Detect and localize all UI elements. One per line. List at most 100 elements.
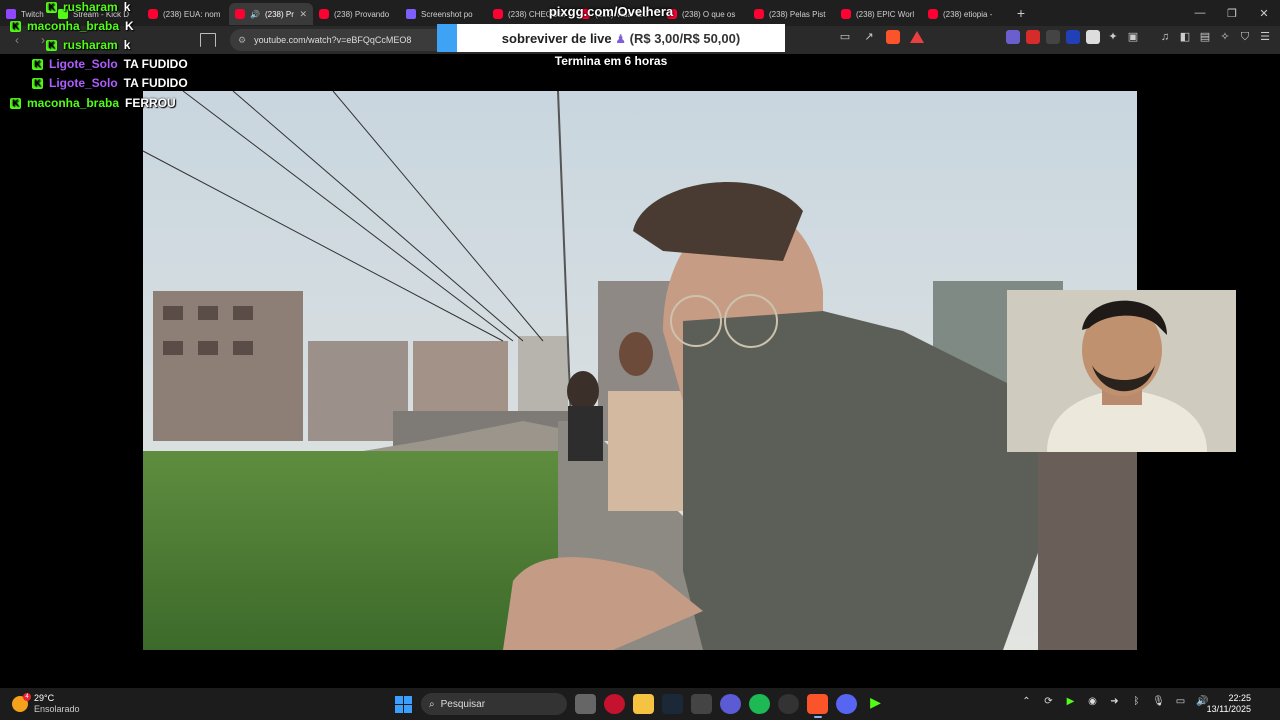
opera-icon[interactable] (604, 694, 625, 714)
close-window-button[interactable]: ✕ (1248, 7, 1280, 20)
window-controls: — ❐ ✕ (1184, 7, 1280, 20)
kick-badge-icon: K (46, 39, 57, 51)
play-icon[interactable]: ▶ (1064, 696, 1077, 707)
tab-youtube-provando[interactable]: (238) Provando (313, 3, 400, 25)
new-tab-button[interactable]: + (1009, 5, 1033, 21)
site-info-icon[interactable]: ⚙ (238, 35, 246, 46)
puzzle-icon[interactable]: ✦ (1106, 30, 1120, 44)
sync-icon[interactable]: ⟳ (1042, 696, 1055, 707)
clock-date: 13/11/2025 (1206, 704, 1251, 714)
kick-badge-icon: K (10, 20, 21, 32)
app-icon[interactable] (691, 694, 712, 714)
music-icon[interactable]: ♫ (1158, 30, 1172, 44)
microphone-icon[interactable]: 🎙 (1152, 696, 1165, 707)
system-clock[interactable]: 22:25 13/11/2025 (1207, 693, 1251, 715)
network-icon[interactable]: ▭ (1174, 696, 1187, 707)
vpn-shield-icon[interactable]: ⛉ (1238, 30, 1252, 44)
weather-widget[interactable]: 4 29°C Ensolarado (12, 693, 80, 715)
brave-rewards-icon[interactable] (910, 31, 924, 43)
minimize-button[interactable]: — (1184, 7, 1216, 20)
clock-time: 22:25 (1228, 693, 1251, 703)
address-text: youtube.com/watch?v=eBFQqCcMEO8 (254, 35, 412, 45)
tab-youtube-etiopia[interactable]: (238) etiopia - (922, 3, 1009, 25)
task-view-icon[interactable] (575, 694, 596, 714)
chat-text: k (123, 0, 131, 14)
extension-icon[interactable] (1006, 30, 1020, 44)
brave-shields-icon[interactable] (886, 30, 900, 44)
windows-logo-icon (395, 696, 403, 704)
tab-youtube-epic[interactable]: (238) EPIC Worl (835, 3, 922, 25)
wallet-icon[interactable]: ▤ (1198, 30, 1212, 44)
chat-text: K (125, 19, 134, 33)
taskbar-search[interactable]: ⌕ Pesquisar (421, 693, 567, 715)
menu-icon[interactable]: ☰ (1258, 30, 1272, 44)
chat-username: Ligote_Solo (49, 76, 118, 90)
weather-badge: 4 (23, 693, 31, 701)
chat-text: k (123, 38, 131, 52)
steam-tray-icon[interactable]: ◉ (1086, 696, 1099, 707)
obs-icon[interactable] (778, 694, 799, 714)
extension-icon[interactable] (1086, 30, 1100, 44)
chat-text: TA FUDIDO (123, 76, 188, 90)
arrow-icon[interactable]: ➜ (1108, 696, 1121, 707)
app-icon[interactable] (720, 694, 741, 714)
discord-icon[interactable] (836, 694, 857, 714)
kick-app-icon[interactable]: ▶ (865, 694, 886, 714)
streamer-webcam (1007, 290, 1236, 452)
speaker-icon[interactable]: 🔊 (250, 10, 260, 19)
chevron-up-icon[interactable]: ⌃ (1020, 696, 1033, 707)
sidebar-icon[interactable]: ◧ (1178, 30, 1192, 44)
goal-label: sobreviver de live (501, 30, 612, 46)
kick-badge-icon: K (46, 1, 57, 13)
video-scene (143, 91, 1137, 650)
windows-start-button[interactable] (395, 696, 412, 713)
youtube-icon (319, 9, 329, 19)
chat-text: TA FUDIDO (123, 57, 188, 71)
screenshot-icon (406, 9, 416, 19)
address-bar[interactable]: ⚙ youtube.com/watch?v=eBFQqCcMEO8 (230, 29, 450, 51)
twitch-icon (6, 9, 16, 19)
brave-browser-icon[interactable] (807, 694, 828, 718)
tab-youtube-active[interactable]: 🔊 (238) Pr ✕ (229, 3, 313, 25)
leo-ai-icon[interactable]: ✧ (1218, 30, 1232, 44)
spotify-icon[interactable] (749, 694, 770, 714)
bookmark-icon[interactable] (200, 33, 216, 47)
screenshot-tool-icon[interactable]: ▣ (1126, 30, 1140, 44)
file-explorer-icon[interactable] (633, 694, 654, 714)
chat-text: FERROU (125, 96, 176, 110)
youtube-icon (235, 9, 245, 19)
steam-icon[interactable] (662, 694, 683, 714)
chat-message: K rusharam k (46, 38, 130, 52)
sun-icon: 4 (12, 693, 31, 712)
weather-temp: 29°C (34, 693, 55, 703)
close-tab-icon[interactable]: ✕ (299, 9, 307, 20)
extensions-area: ✦ ▣ ♫ ◧ ▤ ✧ ⛉ ☰ (1006, 30, 1272, 44)
pix-link-title: pixgg.com/Ovelhera (548, 4, 674, 19)
youtube-icon (148, 9, 158, 19)
system-tray: ⌃ ⟳ ▶ ◉ ➜ ᛒ 🎙 ▭ 🔊 (1020, 696, 1209, 707)
chat-message: K maconha_braba FERROU (10, 96, 176, 110)
back-arrow-icon[interactable]: ‹ (8, 33, 26, 47)
extension-icon[interactable] (1046, 30, 1060, 44)
share-icon[interactable]: ↗ (862, 30, 876, 44)
chat-username: Ligote_Solo (49, 57, 118, 71)
extension-icon[interactable] (1066, 30, 1080, 44)
cast-icon[interactable]: ▭ (838, 30, 852, 44)
tab-youtube-eua[interactable]: (238) EUA: nom (142, 3, 229, 25)
restore-button[interactable]: ❐ (1216, 7, 1248, 20)
taskbar-apps: ▶ (575, 694, 886, 718)
bluetooth-icon[interactable]: ᛒ (1130, 696, 1143, 707)
chat-username: maconha_braba (27, 19, 120, 33)
donation-goal-bar: sobreviver de live ♟ (R$ 3,00/R$ 50,00) (437, 24, 785, 52)
goal-amount: (R$ 3,00/R$ 50,00) (629, 30, 741, 46)
search-icon: ⌕ (429, 698, 435, 710)
kick-badge-icon: K (32, 58, 43, 70)
chat-message: K Ligote_Solo TA FUDIDO (32, 76, 188, 90)
tab-label: Twitch (21, 9, 44, 19)
video-player[interactable] (143, 91, 1137, 650)
donation-goal-text: sobreviver de live ♟ (R$ 3,00/R$ 50,00) (457, 31, 785, 46)
search-placeholder: Pesquisar (440, 698, 486, 710)
weather-condition: Ensolarado (34, 704, 80, 714)
extension-icon[interactable] (1026, 30, 1040, 44)
address-actions: ▭ ↗ (838, 30, 924, 44)
